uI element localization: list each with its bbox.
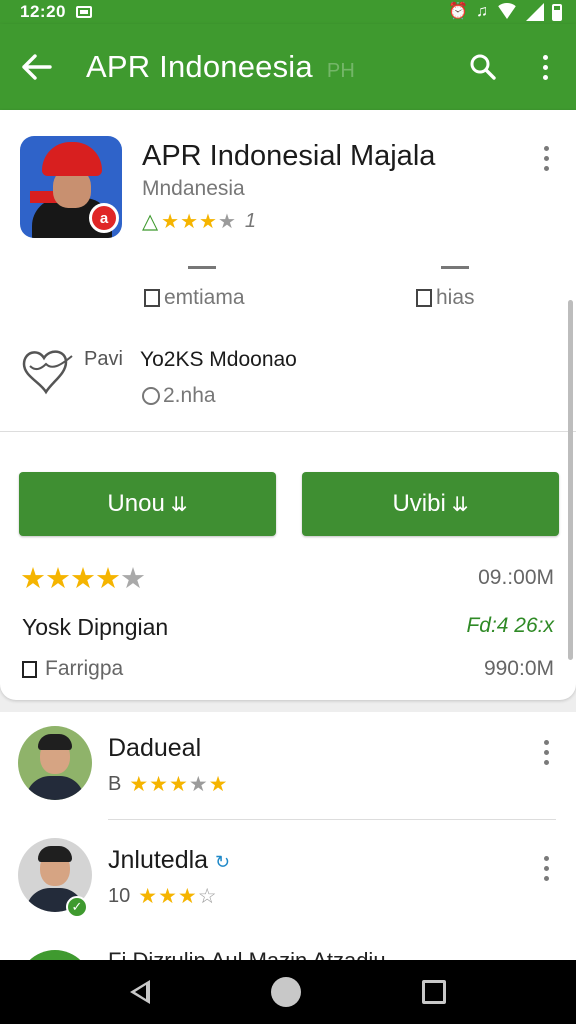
app-bar-title-text: APR Indoneesia — [86, 49, 313, 84]
scrollbar[interactable] — [568, 300, 573, 660]
size-bottom: 990:0M — [483, 657, 554, 680]
checkbox-icon — [144, 289, 160, 307]
alarm-icon: ⏰ — [448, 3, 468, 20]
divider — [108, 819, 556, 820]
back-arrow-icon[interactable] — [0, 24, 74, 110]
size-top: 09.:00M — [478, 566, 554, 589]
reviewer-rating-prefix: 10 — [108, 885, 131, 907]
family-label-text: Farrigpa — [45, 657, 124, 680]
battery-icon — [552, 3, 562, 21]
tag-right[interactable]: hias — [416, 286, 475, 310]
app-rating: △ ★★★★ 1 — [142, 209, 256, 234]
app-card-more-icon[interactable] — [544, 146, 549, 171]
developer-subtitle-text: 2.nha — [163, 384, 216, 407]
reviewer-name: Jnlutedla ↻ — [108, 846, 230, 875]
download-icon: ⇊ — [451, 493, 469, 516]
developer-subtitle: 2.nha — [142, 384, 216, 408]
checkbox-icon — [416, 289, 432, 307]
app-badge-icon: a — [89, 203, 119, 233]
app-bar-actions — [452, 24, 576, 110]
tag-right-label: hias — [436, 286, 475, 309]
app-bar-ghost-text: PH — [326, 60, 356, 82]
reviewer-rating: B ★★★★★ — [108, 772, 228, 797]
tag-indicator-left — [188, 266, 216, 269]
developer-prefix: Pavi — [84, 348, 123, 370]
review-item[interactable]: Dadueal B ★★★★★ — [0, 712, 576, 822]
tag-left-label: emtiama — [164, 286, 245, 309]
notification-icon — [75, 6, 92, 18]
app-name: APR Indonesial Majala — [142, 140, 436, 172]
app-rating-number: 1 — [244, 210, 257, 232]
search-icon[interactable] — [452, 24, 514, 110]
reviewer-rating-prefix: B — [108, 773, 122, 795]
download-icon: ⇊ — [170, 493, 188, 516]
install-count: Fd:4 26:x — [466, 614, 554, 637]
circle-icon — [142, 387, 160, 405]
review-more-icon[interactable] — [544, 856, 549, 881]
avatar[interactable] — [18, 726, 92, 800]
rating-stars-large: ★★★★★ — [20, 563, 146, 595]
navigation-bar — [0, 960, 576, 1024]
heart-icon — [22, 350, 73, 395]
primary-button-right-label: Uvibi — [392, 490, 446, 517]
divider — [0, 431, 576, 432]
vibrate-icon: ♫ — [476, 3, 488, 20]
app-bar: APR Indoneesia PH — [0, 24, 576, 110]
app-developer[interactable]: Mndanesia — [142, 177, 245, 201]
signal-icon — [526, 3, 544, 21]
more-options-icon[interactable] — [514, 24, 576, 110]
app-detail-screen: 12:20 ⏰ ♫ APR Indoneesia PH a APR Indone… — [0, 0, 576, 1024]
app-logo: a — [20, 136, 122, 238]
install-label: Yosk Dipngian — [22, 614, 169, 640]
review-item[interactable]: ✓ Jnlutedla ↻ 10 ★★★☆ — [0, 826, 576, 936]
verified-check-icon: ✓ — [66, 896, 88, 918]
tag-indicator-right — [441, 266, 469, 269]
sync-icon: ↻ — [215, 852, 231, 872]
app-info-card: a APR Indonesial Majala Mndanesia △ ★★★★… — [0, 110, 576, 700]
tag-left[interactable]: emtiama — [144, 286, 245, 310]
family-row[interactable]: Farrigpa — [22, 657, 123, 681]
reviewer-rating: 10 ★★★☆ — [108, 884, 218, 909]
status-icons: ⏰ ♫ — [448, 3, 562, 21]
status-time: 12:20 — [20, 2, 66, 21]
reviewer-name: Dadueal — [108, 734, 202, 762]
app-rating-stars: ★★★★ — [161, 211, 237, 233]
primary-button-left-label: Unou — [107, 490, 165, 517]
nav-home-icon[interactable] — [270, 977, 301, 1007]
developer-title: Yo2KS Mdoonao — [140, 348, 297, 371]
wifi-icon — [496, 3, 518, 19]
reviewer-name-text: Jnlutedla — [108, 846, 209, 874]
checkbox-icon — [22, 660, 37, 678]
primary-button-left[interactable]: Unou ⇊ — [19, 472, 276, 536]
reviewer-stars: ★★★★★ — [129, 773, 229, 796]
reviews-card: Dadueal B ★★★★★ ✓ Jnlutedla ↻ 10 ★★★☆ — [0, 712, 576, 980]
primary-button-right[interactable]: Uvibi ⇊ — [302, 472, 559, 536]
developer-row[interactable]: Pavi Yo2KS Mdoonao 2.nha — [20, 346, 550, 408]
status-bar: 12:20 ⏰ ♫ — [0, 0, 576, 24]
nav-recents-icon[interactable] — [421, 980, 446, 1004]
reviewer-stars: ★★★☆ — [138, 885, 218, 908]
content-rating-icon: △ — [142, 210, 159, 233]
review-more-icon[interactable] — [544, 740, 549, 765]
nav-back-icon[interactable] — [130, 980, 151, 1004]
app-bar-title: APR Indoneesia PH — [86, 49, 355, 85]
